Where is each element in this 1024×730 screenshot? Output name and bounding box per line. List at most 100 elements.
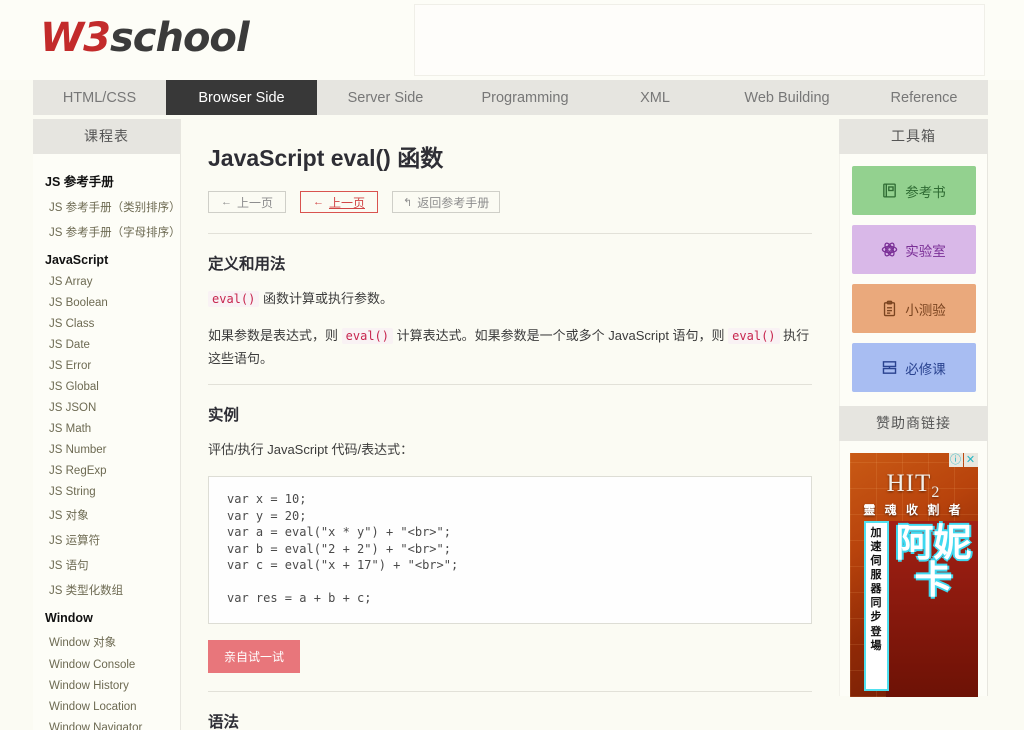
sidebar-group-window-heading: Window [33,602,180,629]
sidebar-item-window-history[interactable]: Window History [33,675,180,696]
toolbox-item-quiz[interactable]: 小测验 [852,284,976,333]
toolbox-item-quiz-label: 小测验 [905,299,946,319]
example-heading: 实例 [208,403,824,425]
toolbox-item-required-course[interactable]: 必修课 [852,343,976,392]
nav-item-browser-side[interactable]: Browser Side [166,80,317,115]
inline-code-eval-3: eval() [728,328,779,344]
divider-after-definition [208,384,812,385]
page-body: 课程表 JS 参考手册 JS 参考手册（类别排序） JS 参考手册（字母排序） … [0,115,1024,730]
nav-item-reference[interactable]: Reference [860,80,988,115]
ad-tagline: 靈 魂 收 割 者 [850,501,978,518]
back-to-reference-button-label: 返回参考手册 [417,194,489,211]
nav-item-xml[interactable]: XML [596,80,714,115]
ad-info-icon[interactable]: ⓘ [949,453,963,467]
sidebar-item-js-typed-array[interactable]: JS 类型化数组 [33,577,180,602]
previous-page-button-hover-label: 上一页 [329,194,365,211]
sidebar-title: 课程表 [33,119,180,154]
previous-page-button[interactable]: ← 上一页 [208,191,286,213]
sidebar-item-js-boolean[interactable]: JS Boolean [33,292,180,313]
example-code-block: var x = 10; var y = 20; var a = eval("x … [208,476,812,624]
toolbox-item-reference-book-label: 参考书 [905,181,946,201]
sponsor-ad-holder: ⓘ ✕ HIT2 靈 魂 收 割 者 加速伺服器同步登場 阿妮卡 [839,441,988,696]
sidebar-item-js-json[interactable]: JS JSON [33,397,180,418]
previous-page-button-label: 上一页 [237,194,273,211]
sponsor-ad-banner[interactable]: ⓘ ✕ HIT2 靈 魂 收 割 者 加速伺服器同步登場 阿妮卡 [850,453,978,697]
top-navigation: HTML/CSS Browser Side Server Side Progra… [33,80,988,115]
definition-paragraph-2: 如果参数是表达式，则 eval() 计算表达式。如果参数是一个或多个 JavaS… [208,325,812,371]
toolbox-title: 工具箱 [839,119,988,154]
toolbox-item-lab-label: 实验室 [905,240,946,260]
main-content: JavaScript eval() 函数 ← 上一页 ← 上一页 ↰ 返回参考手… [182,119,838,730]
sidebar-item-js-global[interactable]: JS Global [33,376,180,397]
sidebar-item-js-error[interactable]: JS Error [33,355,180,376]
divider-after-example [208,691,812,692]
example-description: 评估/执行 JavaScript 代码/表达式： [208,439,812,462]
ad-logo-text: HIT2 [850,470,978,502]
sidebar-item-js-array[interactable]: JS Array [33,271,180,292]
sponsor-title: 赞助商链接 [839,406,988,441]
logo-w3-text: W3 [40,15,110,61]
sidebar-item-js-operator[interactable]: JS 运算符 [33,527,180,552]
sidebar-item-window-object[interactable]: Window 对象 [33,629,180,654]
page-title: JavaScript eval() 函数 [208,139,824,173]
right-sidebar: 工具箱 参考书 [839,119,988,730]
layers-icon [881,359,898,376]
definition-paragraph-1-text: 函数计算或执行参数。 [263,291,393,306]
ad-close-icon[interactable]: ✕ [964,453,978,467]
atom-icon [881,241,898,258]
definition-heading: 定义和用法 [208,252,824,274]
example-code-text: var x = 10; var y = 20; var a = eval("x … [227,491,793,607]
sidebar-item-window-navigator[interactable]: Window Navigator [33,717,180,730]
sidebar-item-js-date[interactable]: JS Date [33,334,180,355]
arrow-return-icon: ↰ [403,196,412,209]
page-nav-buttons: ← 上一页 ← 上一页 ↰ 返回参考手册 [208,191,824,213]
nav-item-server-side[interactable]: Server Side [317,80,454,115]
ad-headline-text: 阿妮卡 [894,525,974,599]
nav-item-programming[interactable]: Programming [454,80,596,115]
sidebar-item-js-number[interactable]: JS Number [33,439,180,460]
sidebar-item-js-object[interactable]: JS 对象 [33,502,180,527]
logo-school-text: school [110,15,249,61]
page-root: W3school HTML/CSS Browser Side Server Si… [0,0,1024,730]
site-logo[interactable]: W3school [40,14,249,62]
previous-page-button-hover[interactable]: ← 上一页 [300,191,378,213]
ad-choices-controls: ⓘ ✕ [949,453,978,467]
toolbox-item-reference-book[interactable]: 参考书 [852,166,976,215]
toolbox-buttons: 参考书 实验室 [839,154,988,406]
inline-code-eval: eval() [208,291,259,307]
sidebar-item-js-regexp[interactable]: JS RegExp [33,460,180,481]
ad-vertical-text: 加速伺服器同步登場 [864,521,889,691]
ad-logo-main: HIT [887,470,932,497]
toolbox-item-lab[interactable]: 实验室 [852,225,976,274]
sidebar-group-js-reference-heading: JS 参考手册 [33,162,180,194]
site-header: W3school [0,0,1024,80]
left-sidebar: 课程表 JS 参考手册 JS 参考手册（类别排序） JS 参考手册（字母排序） … [33,119,181,730]
sidebar-item-js-ref-alphabetical[interactable]: JS 参考手册（字母排序） [33,219,180,244]
clipboard-icon [881,300,898,317]
sidebar-item-js-class[interactable]: JS Class [33,313,180,334]
definition-paragraph-2-text-a: 如果参数是表达式，则 [208,328,338,343]
sidebar-item-js-math[interactable]: JS Math [33,418,180,439]
divider-after-nav-buttons [208,233,812,234]
definition-paragraph-1: eval() 函数计算或执行参数。 [208,288,812,311]
inline-code-eval-2: eval() [342,328,393,344]
sidebar-item-js-string[interactable]: JS String [33,481,180,502]
sidebar-group-javascript-heading: JavaScript [33,244,180,271]
book-icon [881,182,898,199]
definition-paragraph-2-text-b: 计算表达式。如果参数是一个或多个 JavaScript 语句，则 [397,328,725,343]
ad-logo-sub: 2 [931,484,940,501]
nav-item-html-css[interactable]: HTML/CSS [33,80,166,115]
sidebar-item-js-statement[interactable]: JS 语句 [33,552,180,577]
arrow-left-icon: ← [313,196,324,208]
syntax-heading: 语法 [208,710,824,730]
sidebar-item-js-ref-category[interactable]: JS 参考手册（类别排序） [33,194,180,219]
header-ad-placeholder[interactable] [414,4,985,76]
back-to-reference-button[interactable]: ↰ 返回参考手册 [392,191,500,213]
sidebar-item-window-location[interactable]: Window Location [33,696,180,717]
arrow-left-icon: ← [221,196,232,208]
sidebar-link-list: JS 参考手册 JS 参考手册（类别排序） JS 参考手册（字母排序） Java… [33,154,180,730]
try-it-yourself-button[interactable]: 亲自试一试 [208,640,300,673]
toolbox-item-required-course-label: 必修课 [905,358,946,378]
sidebar-item-window-console[interactable]: Window Console [33,654,180,675]
nav-item-web-building[interactable]: Web Building [714,80,860,115]
